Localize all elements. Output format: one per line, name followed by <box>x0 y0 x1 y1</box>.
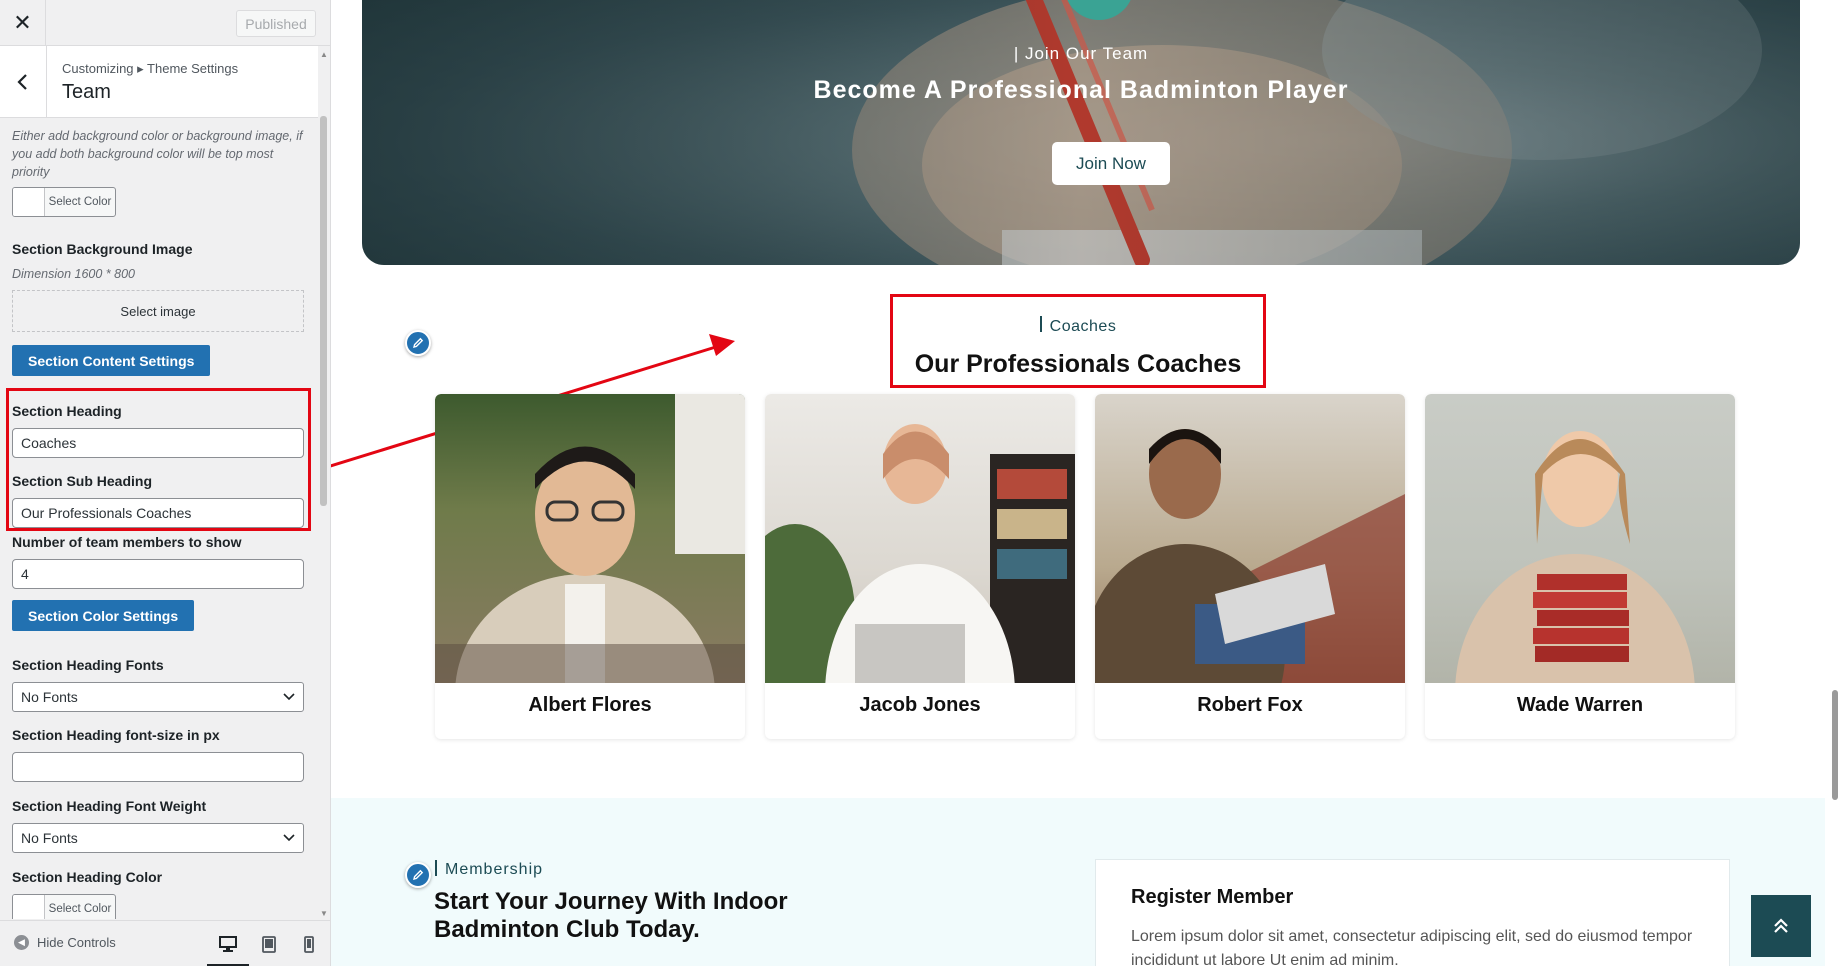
select-image-button[interactable]: Select image <box>12 290 304 332</box>
member-name: Albert Flores <box>528 694 652 716</box>
membership-kicker-text: Membership <box>445 861 544 878</box>
background-description: Either add background color or backgroun… <box>12 129 303 179</box>
register-text: Lorem ipsum dolor sit amet, consectetur … <box>1131 928 1693 966</box>
kicker-bar <box>435 860 437 876</box>
color-settings-button[interactable]: Section Color Settings <box>12 600 195 631</box>
tablet-preview-icon[interactable] <box>258 933 280 955</box>
member-photo <box>1095 394 1405 683</box>
member-photo <box>1425 394 1735 683</box>
membership-kicker: Membership <box>435 860 543 879</box>
color-swatch <box>13 188 45 216</box>
hero-headline: Become A Professional Badminton Player <box>813 76 1349 104</box>
team-card[interactable]: Wade Warren <box>1425 394 1735 739</box>
team-card[interactable]: Robert Fox <box>1095 394 1405 739</box>
bg-image-label: Section Background Image <box>12 241 193 257</box>
background-color-picker[interactable]: Select Color <box>12 187 116 217</box>
team-kicker-text: Coaches <box>1049 318 1117 335</box>
chevron-down-icon <box>283 693 295 701</box>
customizer-sidebar: ✕ Published Customizing ▸ Theme Settings… <box>0 0 331 966</box>
customizer-footer: ◀ Hide Controls <box>0 920 330 966</box>
heading-fonts-value: No Fonts <box>21 689 78 705</box>
scrollbar-thumb[interactable] <box>320 116 327 506</box>
heading-weight-select[interactable]: No Fonts <box>12 823 304 853</box>
site-preview: | Join Our Team Become A Professional Ba… <box>331 0 1846 966</box>
membership-title: Start Your Journey With Indoor Badminton… <box>434 888 788 943</box>
scroll-up-icon[interactable]: ▲ <box>320 50 328 59</box>
scroll-down-icon[interactable]: ▼ <box>320 909 328 918</box>
collapse-icon: ◀ <box>14 935 29 950</box>
customizer-header-bar: ✕ Published <box>0 0 330 46</box>
heading-color-picker[interactable]: Select Color <box>12 894 116 919</box>
back-arrow-icon[interactable] <box>0 46 47 118</box>
member-photo <box>765 394 1075 683</box>
double-chevron-up-icon <box>1774 918 1788 933</box>
highlight-box-fields <box>6 388 311 531</box>
team-card[interactable]: Jacob Jones <box>765 394 1075 739</box>
published-button[interactable]: Published <box>236 10 316 37</box>
scroll-to-top-button[interactable] <box>1751 895 1811 957</box>
team-card[interactable]: Albert Flores <box>435 394 745 739</box>
heading-weight-label: Section Heading Font Weight <box>12 798 207 814</box>
member-name: Wade Warren <box>1516 694 1644 716</box>
edit-pencil-icon[interactable] <box>405 862 431 888</box>
content-settings-button[interactable]: Section Content Settings <box>12 345 211 376</box>
desktop-preview-icon[interactable] <box>207 933 249 966</box>
member-name: Robert Fox <box>1197 694 1303 716</box>
hide-controls-button[interactable]: ◀ Hide Controls <box>14 935 116 950</box>
hide-controls-label: Hide Controls <box>37 935 116 950</box>
register-title: Register Member <box>1131 886 1294 908</box>
members-count-input[interactable]: 4 <box>12 559 304 589</box>
kicker-bar <box>1039 316 1042 332</box>
heading-weight-value: No Fonts <box>21 830 78 846</box>
member-name: Jacob Jones <box>859 694 981 716</box>
heading-fonts-label: Section Heading Fonts <box>12 657 164 673</box>
heading-fontsize-label: Section Heading font-size in px <box>12 727 220 743</box>
preview-scrollbar[interactable] <box>1825 0 1846 966</box>
select-color-label: Select Color <box>48 196 112 208</box>
section-title: Team <box>62 81 111 103</box>
hero-overlay <box>362 0 1800 265</box>
heading-fonts-select[interactable]: No Fonts <box>12 682 304 712</box>
mobile-preview-icon[interactable] <box>298 933 320 955</box>
breadcrumb: Customizing ▸ Theme Settings <box>62 61 239 76</box>
hero-banner: | Join Our Team Become A Professional Ba… <box>362 0 1800 265</box>
heading-fontsize-input[interactable] <box>12 752 304 782</box>
hero-kicker: | Join Our Team <box>1013 44 1149 63</box>
section-header: Customizing ▸ Theme Settings Team <box>0 46 330 118</box>
scrollbar-thumb[interactable] <box>1832 690 1838 800</box>
register-card: Register Member Lorem ipsum dolor sit am… <box>1095 859 1730 966</box>
sidebar-scrollbar[interactable]: ▲ ▼ <box>318 46 330 920</box>
join-now-button[interactable]: Join Now <box>1052 142 1170 185</box>
heading-color-label: Section Heading Color <box>12 869 163 885</box>
members-count-label: Number of team members to show <box>12 534 242 550</box>
bg-image-dimension: Dimension 1600 * 800 <box>12 267 135 281</box>
close-icon[interactable]: ✕ <box>0 0 46 46</box>
team-kicker: Coaches <box>331 316 1825 336</box>
select-color-label: Select Color <box>48 903 112 915</box>
team-title: Our Professionals Coaches <box>914 350 1242 378</box>
member-photo <box>435 394 745 683</box>
chevron-down-icon <box>283 834 295 842</box>
color-swatch <box>13 895 45 919</box>
